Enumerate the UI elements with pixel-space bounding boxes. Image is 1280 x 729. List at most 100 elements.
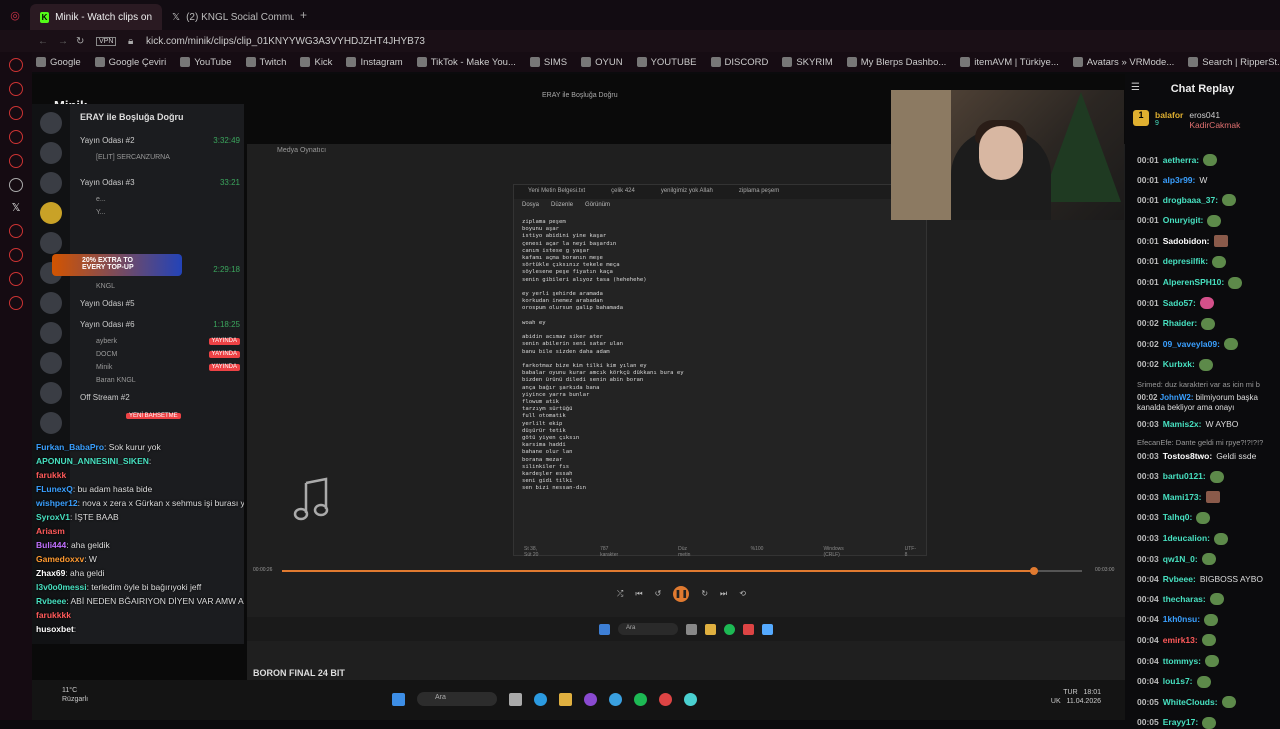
sidebar-app-icon[interactable] (9, 130, 23, 144)
chat-username[interactable]: alp3r99: (1163, 175, 1196, 186)
taskbar-app-icon[interactable] (762, 623, 773, 635)
back-icon[interactable]: ← (38, 36, 48, 47)
voice-user[interactable]: Minik YAYINDA (76, 361, 244, 374)
pause-button[interactable]: ❚❚ (673, 586, 690, 602)
gifter-name[interactable]: eros041 (1189, 110, 1240, 120)
bookmark-item[interactable]: Twitch (245, 57, 286, 68)
chat-username[interactable]: thecharas: (1163, 594, 1206, 605)
bookmark-item[interactable]: DISCORD (710, 57, 768, 68)
chat-username[interactable]: depresilfik: (1163, 256, 1208, 267)
seek-bar[interactable] (282, 567, 1082, 575)
chat-username[interactable]: JohnW2: (1160, 393, 1194, 402)
notepad-tab[interactable]: çelik 424 (611, 188, 635, 196)
windows-start-icon[interactable] (599, 623, 610, 635)
chat-username[interactable]: bartu0121: (1163, 471, 1206, 482)
taskbar-app-icon[interactable] (659, 692, 672, 706)
server-icon[interactable] (40, 232, 62, 254)
chat-username[interactable]: 09_vaveyla09: (1163, 339, 1220, 350)
notepad-menu-item[interactable]: Görünüm (585, 202, 610, 210)
voice-channel[interactable]: Yayın Odası #3 33:21 (76, 172, 244, 193)
chat-username[interactable]: Tostos8two: (1163, 451, 1212, 462)
folder-icon[interactable] (559, 692, 572, 706)
chatgpt-icon[interactable] (9, 178, 23, 192)
bookmark-item[interactable]: TikTok - Make You... (416, 57, 516, 68)
reload-icon[interactable]: ↻ (76, 36, 84, 47)
server-icon[interactable] (40, 382, 62, 404)
bookmark-item[interactable]: Search | RipperSt... (1188, 57, 1280, 68)
taskbar-search-box[interactable]: Ara (417, 692, 497, 706)
chat-username[interactable]: Mamis2x: (1163, 419, 1202, 430)
taskbar-app-icon[interactable] (686, 623, 697, 635)
chat-username[interactable]: AlperenSPH10: (1163, 277, 1224, 288)
voice-channel[interactable]: Off Stream #2 (76, 387, 244, 408)
chat-username[interactable]: 1deucalion: (1163, 533, 1210, 544)
url-text[interactable]: kick.com/minik/clips/clip_01KNYYWG3A3VYH… (146, 36, 425, 47)
spotify-icon[interactable] (724, 623, 735, 635)
notepad-menu-item[interactable]: Dosya (522, 202, 539, 210)
taskbar-app-icon[interactable] (684, 692, 697, 706)
new-tab-button[interactable]: + (300, 8, 307, 22)
chat-username[interactable]: 1kh0nsu: (1163, 614, 1200, 625)
tab-minik[interactable]: K Minik - Watch clips on (30, 4, 162, 30)
messenger-icon[interactable] (9, 58, 23, 72)
chat-username[interactable]: Rhaider: (1163, 318, 1197, 329)
chat-username[interactable]: emirk13: (1163, 635, 1198, 646)
chat-username[interactable]: Sadobidon: (1163, 236, 1210, 247)
chat-username[interactable]: WhiteClouds: (1163, 697, 1218, 708)
folder-icon[interactable] (705, 623, 716, 635)
gifter-name[interactable]: KadirCakmak (1189, 120, 1240, 130)
tab-kngl[interactable]: 𝕏 (2) KNGL Social Communi (162, 4, 294, 30)
bookmark-item[interactable]: SIMS (529, 57, 567, 68)
chat-username[interactable]: Onuryigit: (1163, 215, 1204, 226)
new-stream-badge[interactable]: YENİ BAHSETME (126, 413, 181, 419)
voice-channel[interactable]: Yayın Odası #2 3:32:49 (76, 130, 244, 151)
voice-channel[interactable]: Yayın Odası #5 (76, 293, 244, 314)
chat-username[interactable]: Kurbxk: (1163, 359, 1195, 370)
system-tray[interactable]: TUR 18:01 UK 11.04.2026 (1051, 688, 1101, 706)
repeat-icon[interactable]: ⟲ (739, 589, 746, 602)
bookmark-item[interactable]: OYUN (581, 57, 623, 68)
notepad-tab[interactable]: Yeni Metin Belgesi.txt (528, 188, 585, 196)
promo-banner[interactable]: 20% EXTRA TO EVERY TOP-UP (52, 254, 182, 276)
notepad-tab[interactable]: yenilgimiz yok Allah (661, 188, 713, 196)
bookmark-item[interactable]: Instagram (346, 57, 403, 68)
vpn-badge[interactable]: VPN (96, 36, 117, 46)
taskbar-app-icon[interactable] (743, 623, 754, 635)
gifter-name[interactable]: balafor (1155, 110, 1183, 120)
sidebar-app-icon[interactable] (9, 154, 23, 168)
chat-username[interactable]: ttommys: (1163, 656, 1201, 667)
telegram-icon[interactable] (609, 692, 622, 706)
server-icon[interactable] (40, 202, 62, 224)
clock-icon[interactable] (9, 248, 23, 262)
shuffle-icon[interactable]: ⤮ (617, 589, 623, 602)
bookmark-item[interactable]: Kick (300, 57, 332, 68)
voice-user[interactable]: KNGL (76, 280, 244, 293)
spotify-icon[interactable] (634, 692, 647, 706)
server-icon[interactable] (40, 292, 62, 314)
bookmark-item[interactable]: YouTube (180, 57, 232, 68)
voice-user[interactable]: DOCM YAYINDA (76, 348, 244, 361)
voice-user[interactable]: Y... (76, 206, 244, 219)
windows-start-icon[interactable] (392, 692, 405, 706)
bookmark-item[interactable]: My Blerps Dashbo... (846, 57, 946, 68)
chat-username[interactable]: Sado57: (1163, 298, 1196, 309)
voice-user[interactable]: e... (76, 193, 244, 206)
voice-user[interactable]: ayberk YAYINDA (76, 335, 244, 348)
bookmark-item[interactable]: itemAVM | Türkiye... (960, 57, 1059, 68)
chat-username[interactable]: Erayy17: (1163, 717, 1198, 728)
chat-username[interactable]: lou1s7: (1163, 676, 1193, 687)
sidebar-app-icon[interactable] (9, 272, 23, 286)
server-icon[interactable] (40, 412, 62, 434)
server-icon[interactable] (40, 112, 62, 134)
voice-channel[interactable]: Yayın Odası #6 1:18:25 (76, 314, 244, 335)
chat-username[interactable]: Talhq0: (1163, 512, 1193, 523)
voice-user[interactable]: Baran KNGL (76, 374, 244, 387)
bookmark-item[interactable]: SKYRIM (782, 57, 833, 68)
sidebar-app-icon[interactable] (9, 106, 23, 120)
voice-user[interactable]: [ELIT] SERCANZURNA (76, 151, 244, 164)
server-icon[interactable] (40, 172, 62, 194)
server-icon[interactable] (40, 142, 62, 164)
seek-knob[interactable] (1030, 567, 1038, 575)
chat-menu-icon[interactable]: ☰ (1131, 82, 1140, 93)
notepad-tab[interactable]: ziplama peşem (739, 188, 779, 196)
